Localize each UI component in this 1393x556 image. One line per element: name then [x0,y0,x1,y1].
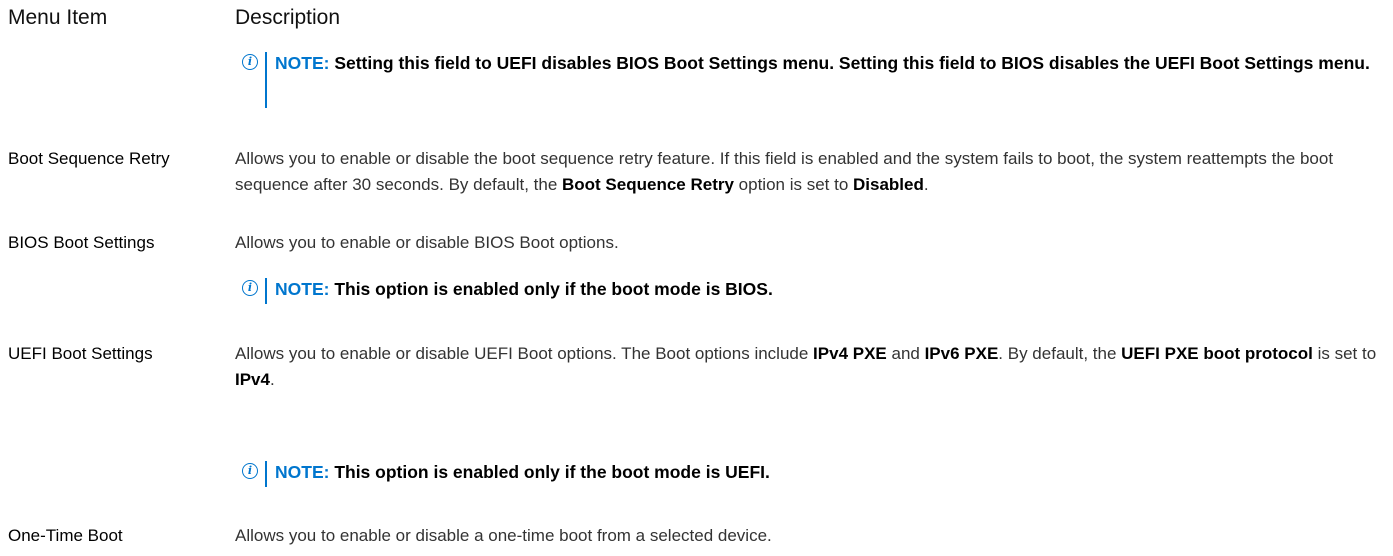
note-text: NOTE: This option is enabled only if the… [275,459,1393,485]
desc-part: is set to [1312,344,1377,363]
menu-item-label: BIOS Boot Settings [8,233,155,252]
info-icon: i [242,54,258,70]
desc-part: . [923,175,929,194]
desc-bold: IPv6 PXE [924,344,999,363]
menu-item-description: Allows you to enable or disable UEFI Boo… [235,341,1385,393]
desc-bold: IPv4 PXE [813,344,887,363]
desc-bold: UEFI PXE boot protocol [1121,344,1313,363]
menu-item-label: Boot Sequence Retry [8,149,170,168]
note-bar [265,52,267,108]
desc-part: and [886,344,925,363]
info-icon: i [242,463,258,479]
desc-bold: Boot Sequence Retry [562,175,734,194]
note-body: Setting this field to UEFI disables BIOS… [329,53,1370,73]
menu-item-label: UEFI Boot Settings [8,344,153,363]
menu-item-description: Allows you to enable or disable the boot… [235,146,1385,198]
desc-bold: Disabled [853,175,924,194]
desc-bold: IPv4 [235,370,270,389]
desc-part: . By default, the [998,344,1122,363]
info-icon: i [242,280,258,296]
note-bar [265,278,267,304]
desc-part: . [269,370,275,389]
note-text: NOTE: This option is enabled only if the… [275,276,1393,302]
note-body: This option is enabled only if the boot … [329,462,770,482]
note-label: NOTE: [275,53,330,73]
column-header-description: Description [235,6,341,29]
note-body: This option is enabled only if the boot … [329,279,773,299]
desc-part: option is set to [733,175,854,194]
note-text: NOTE: Setting this field to UEFI disable… [275,50,1393,76]
column-header-menu-item: Menu Item [8,6,108,29]
desc-part: Allows you to enable or disable UEFI Boo… [235,344,814,363]
menu-item-description: Allows you to enable or disable BIOS Boo… [235,233,619,252]
menu-item-label: One-Time Boot [8,526,123,545]
menu-item-description: Allows you to enable or disable a one-ti… [235,526,772,545]
note-bar [265,461,267,487]
note-label: NOTE: [275,462,330,482]
note-label: NOTE: [275,279,330,299]
